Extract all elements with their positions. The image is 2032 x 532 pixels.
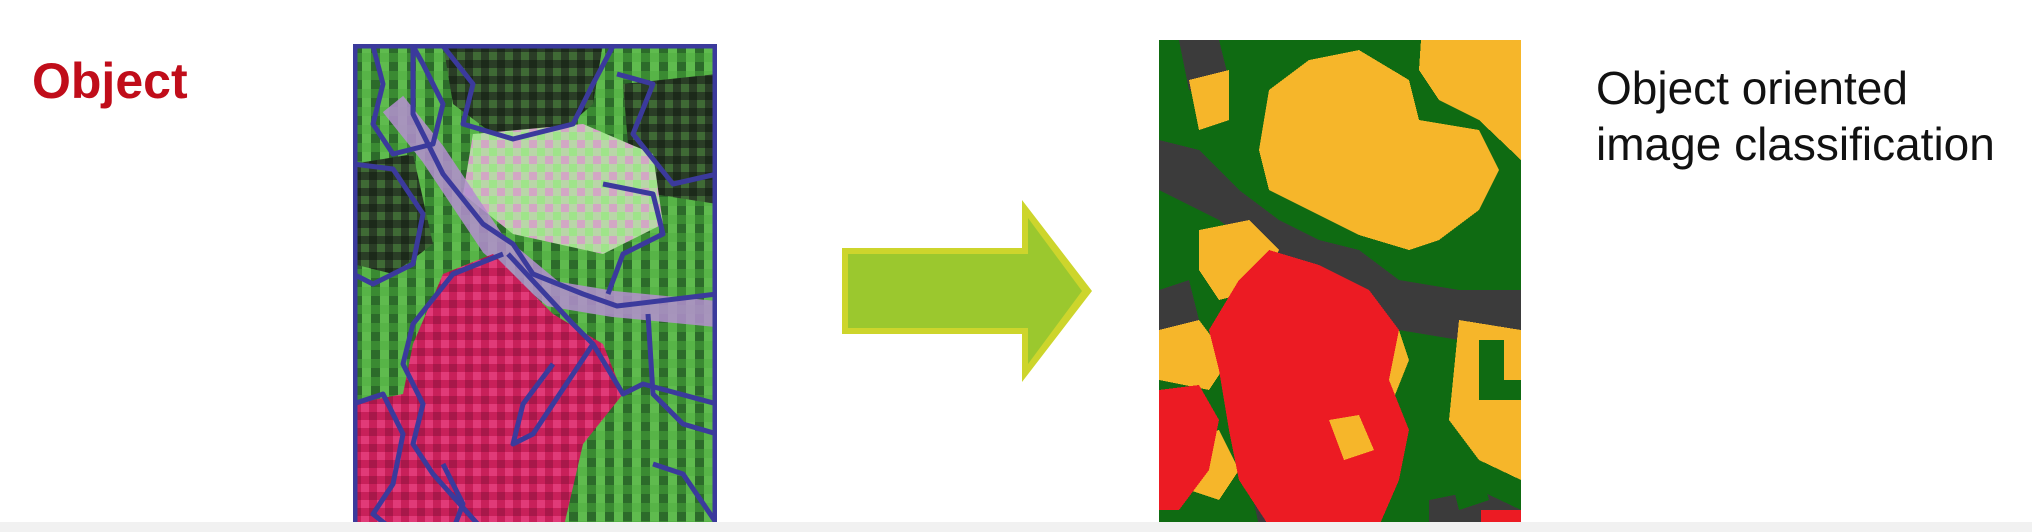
segmented-satellite-image [353,44,717,530]
caption-line-2: image classification [1596,118,1995,170]
classified-land-cover-map [1159,40,1521,526]
caption-line-1: Object oriented [1596,62,1908,114]
caption: Object oriented image classification [1596,60,1995,172]
bottom-band [0,522,2032,532]
right-arrow-icon [842,200,1092,382]
slide-heading: Object [32,53,188,109]
